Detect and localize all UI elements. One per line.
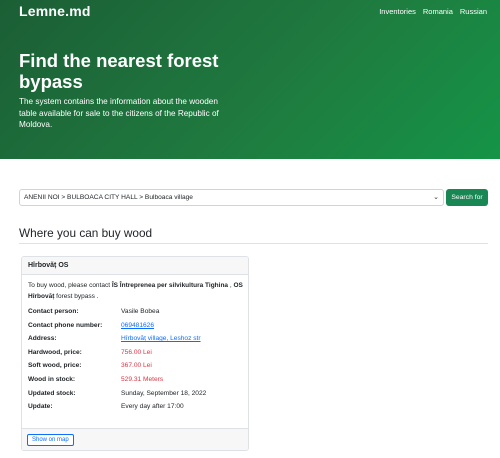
info-label: Contact phone number: (28, 321, 103, 329)
card-intro: To buy wood, please contact ÎS Întrepren… (28, 281, 246, 302)
phone-link[interactable]: 069481626 (121, 322, 154, 329)
info-row-stock: Wood in stock: 529.31 Meters (28, 376, 246, 390)
info-label: Address: (28, 335, 57, 343)
info-label: Updated stock: (28, 389, 76, 397)
info-row-contact-person: Contact person: Vasile Bobea (28, 308, 246, 322)
intro-organization: ÎS Întreprenea per silvikultura Tighina (111, 282, 229, 289)
show-on-map-button[interactable]: Show on map (27, 434, 74, 446)
nav-russian[interactable]: Russian (460, 7, 487, 16)
info-row-update: Update: Every day after 17:00 (28, 403, 246, 417)
brand-logo[interactable]: Lemne.md (19, 3, 91, 19)
section-title: Where you can buy wood (19, 226, 153, 240)
chevron-down-icon: ⌄ (433, 194, 439, 201)
updated-stock-value: Sunday, September 18, 2022 (121, 389, 207, 397)
info-label: Update: (28, 403, 53, 411)
hero-description: The system contains the information abou… (19, 97, 219, 129)
card-title: Hîrbovăț OS (22, 257, 248, 275)
hero-banner: Lemne.md Inventories Romania Russian Fin… (0, 0, 500, 159)
nav-romania[interactable]: Romania (423, 7, 453, 16)
card-footer: Show on map (22, 428, 248, 450)
info-label: Contact person: (28, 308, 79, 315)
hardwood-price-value: 756.00 Lei (121, 348, 152, 356)
info-label: Hardwood, price: (28, 348, 82, 356)
hero-title: Find the nearest forest bypass (19, 50, 219, 92)
info-label: Soft wood, price: (28, 362, 82, 370)
intro-text: To buy wood, please contact (28, 282, 112, 289)
contact-person-value: Vasile Bobea (121, 308, 160, 315)
search-bar: ANENII NOI > BULBOACA CITY HALL > Bulboa… (19, 189, 488, 206)
address-link[interactable]: Hîrbovăț village, Leshoz str (121, 335, 201, 342)
top-nav: Inventories Romania Russian (379, 7, 487, 16)
info-table: Contact person: Vasile Bobea Contact pho… (28, 308, 246, 417)
info-row-phone: Contact phone number: 069481626 (28, 322, 246, 336)
info-row-softwood-price: Soft wood, price: 367.00 Lei (28, 362, 246, 376)
info-row-address: Address: Hîrbovăț village, Leshoz str (28, 335, 246, 349)
update-schedule-value: Every day after 17:00 (121, 403, 184, 411)
section-divider (19, 243, 488, 244)
stock-value: 529.31 Meters (121, 375, 164, 383)
softwood-price-value: 367.00 Lei (121, 362, 152, 370)
info-label: Wood in stock: (28, 375, 76, 383)
location-select[interactable]: ANENII NOI > BULBOACA CITY HALL > Bulboa… (19, 189, 444, 206)
location-select-value: ANENII NOI > BULBOACA CITY HALL > Bulboa… (24, 194, 193, 201)
info-row-hardwood-price: Hardwood, price: 756.00 Lei (28, 349, 246, 363)
intro-suffix: forest bypass . (54, 292, 99, 300)
info-row-updated-stock: Updated stock: Sunday, September 18, 202… (28, 390, 246, 404)
nav-inventories[interactable]: Inventories (379, 7, 416, 16)
search-button[interactable]: Search for (446, 189, 488, 206)
forest-bypass-card: Hîrbovăț OS To buy wood, please contact … (21, 256, 249, 451)
